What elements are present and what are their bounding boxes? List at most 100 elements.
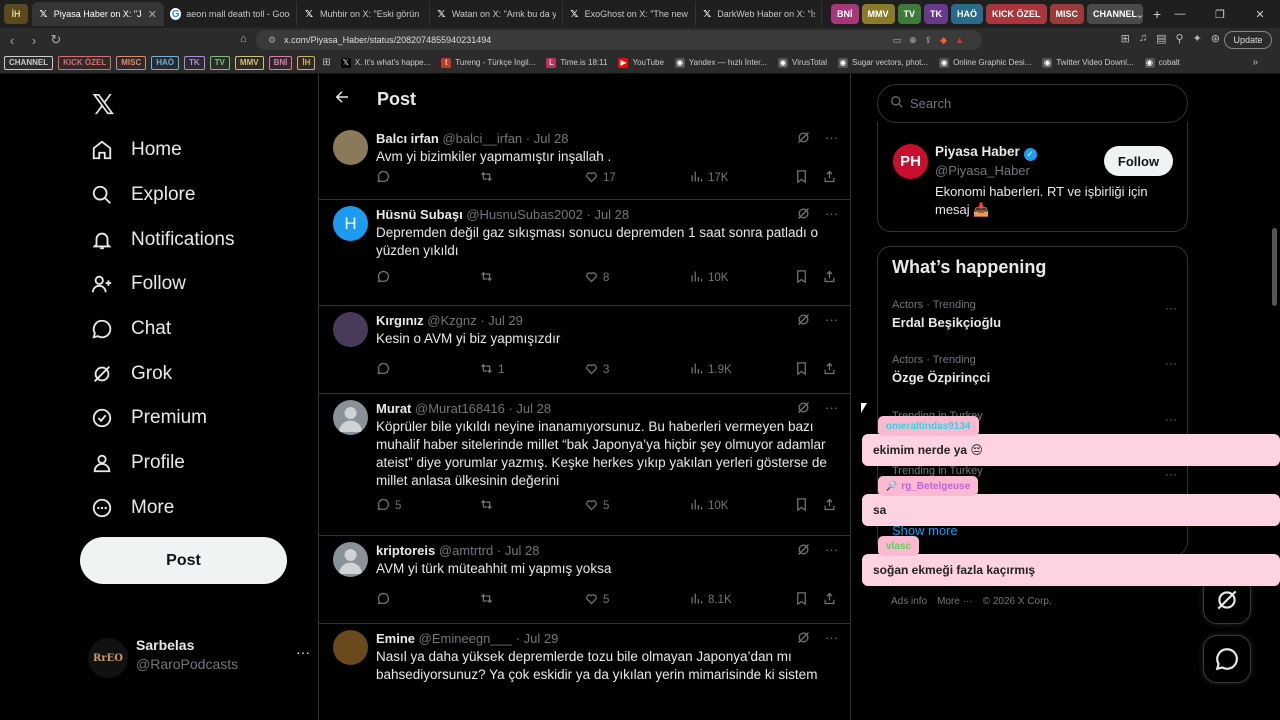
profile-name[interactable]: Piyasa Haber ✓ xyxy=(935,144,1037,161)
tab-group-chip[interactable]: TV xyxy=(897,4,922,24)
retweet-button[interactable] xyxy=(479,591,498,609)
bookmark-folder[interactable]: BNİ xyxy=(268,55,293,70)
bookmarks-overflow-icon[interactable]: » xyxy=(1252,57,1258,68)
bookmark-button[interactable] xyxy=(794,169,809,187)
nav-chat[interactable]: Chat xyxy=(90,309,171,349)
bookmark-button[interactable] xyxy=(794,497,809,515)
update-button[interactable]: Update xyxy=(1224,31,1272,49)
avatar[interactable] xyxy=(333,312,368,347)
author-name[interactable]: Hüsnü Subaşı xyxy=(376,207,463,222)
tweet-date[interactable]: Jul 28 xyxy=(516,401,551,416)
more-dots-icon[interactable]: ··· xyxy=(825,206,838,224)
reply-tweet[interactable]: kriptoreis @amtrtrd · Jul 28 ··· AVM yi tü… xyxy=(319,536,850,624)
author-handle[interactable]: @amtrtrd xyxy=(439,543,493,558)
nav-grok[interactable]: Grok xyxy=(90,354,172,394)
tab-group-chip[interactable]: BNİ xyxy=(831,4,859,24)
trend-item[interactable]: Actors · Trending Erdal Beşikçioğlu ··· xyxy=(892,299,1177,330)
reply-tweet[interactable]: H Hüsnü Subaşı @HusnuSubas2002 · Jul 28 ··… xyxy=(319,200,850,306)
nav-more[interactable]: More xyxy=(90,488,174,528)
share-button[interactable] xyxy=(822,169,837,187)
author-name[interactable]: Kırgınız xyxy=(376,313,424,328)
more-dots-icon[interactable]: ··· xyxy=(1165,301,1177,315)
bookmark-button[interactable] xyxy=(794,591,809,609)
tab-close-icon[interactable]: ✕ xyxy=(148,8,157,21)
nav-notifications[interactable]: Notifications xyxy=(90,220,235,260)
avatar[interactable]: H xyxy=(333,206,368,241)
share-button[interactable] xyxy=(822,497,837,515)
share-button[interactable] xyxy=(822,591,837,609)
bookmark-item[interactable]: ◉ Sugar vectors, phot... xyxy=(838,57,928,68)
bookmark-item[interactable]: ◉ Twitter Video Downl... xyxy=(1042,57,1134,68)
reload-icon[interactable]: ↻ xyxy=(46,32,66,48)
reply-button[interactable] xyxy=(376,361,395,379)
nav-follow[interactable]: Follow xyxy=(90,264,186,304)
reply-tweet[interactable]: Balcı irfan @balci__irfan · Jul 28 ··· Avm… xyxy=(319,124,850,200)
more-dots-icon[interactable]: ··· xyxy=(1165,412,1177,426)
author-handle[interactable]: @balci__irfan xyxy=(442,131,522,146)
avatar[interactable] xyxy=(333,130,368,165)
trend-item[interactable]: Actors · Trending Özge Özpirinçci ··· xyxy=(892,354,1177,385)
views-button[interactable]: 10K xyxy=(689,269,728,287)
author-name[interactable]: Balcı irfan xyxy=(376,131,439,146)
close-window-icon[interactable]: ✕ xyxy=(1240,8,1280,21)
tab-group-chip[interactable]: KICK ÖZEL xyxy=(986,4,1047,24)
bookmark-folder[interactable]: İH xyxy=(297,55,316,70)
bookmark-item[interactable]: ◉ cobalt xyxy=(1144,57,1180,68)
bookmark-folder[interactable]: MISC xyxy=(116,55,147,70)
chat-fab[interactable] xyxy=(1203,635,1251,683)
profile-avatar[interactable]: PH xyxy=(893,144,928,179)
address-bar[interactable]: ⚙ x.com/Piyasa_Haber/status/208207485594… xyxy=(256,30,982,50)
retweet-button[interactable] xyxy=(479,269,498,287)
views-button[interactable]: 10K xyxy=(689,497,728,515)
bookmark-item[interactable]: ◉ Online Graphic Desi... xyxy=(939,57,1031,68)
grok-icon[interactable] xyxy=(796,630,811,648)
retweet-button[interactable] xyxy=(479,497,498,515)
author-handle[interactable]: @Murat168416 xyxy=(415,401,505,416)
retweet-button[interactable] xyxy=(479,169,498,187)
tweet-date[interactable]: Jul 28 xyxy=(505,543,540,558)
browser-tab[interactable]: 𝕏 ExoGhost on X: "The new Ha xyxy=(563,2,696,26)
views-button[interactable]: 1.9K xyxy=(689,361,732,379)
tab-group-chip[interactable]: TK xyxy=(924,4,949,24)
follow-button[interactable]: Follow xyxy=(1104,146,1173,176)
browser-tab[interactable]: Gaeon mall death toll - Googl xyxy=(164,2,297,26)
tab-search-icon[interactable]: ⌄ xyxy=(1120,8,1160,21)
retweet-button[interactable]: 1 xyxy=(479,361,504,379)
back-arrow-icon[interactable] xyxy=(333,88,351,111)
grok-icon[interactable] xyxy=(796,400,811,418)
author-handle[interactable]: @Kzgnz xyxy=(427,313,476,328)
bookmark-item[interactable]: ◉ Yandex — hızlı İnter... xyxy=(674,57,767,68)
reply-button[interactable] xyxy=(376,169,395,187)
ads-info-link[interactable]: Ads info xyxy=(891,596,927,607)
author-handle[interactable]: @HusnuSubas2002 xyxy=(466,207,583,222)
reply-tweet[interactable]: Murat @Murat168416 · Jul 28 ··· Köprüler b… xyxy=(319,394,850,536)
minimize-icon[interactable]: — xyxy=(1160,8,1200,20)
page-scrollbar[interactable] xyxy=(1270,74,1278,720)
back-icon[interactable]: ‹ xyxy=(2,33,22,48)
reply-button[interactable]: 5 xyxy=(376,497,401,515)
more-link[interactable]: More ··· xyxy=(937,596,973,607)
more-dots-icon[interactable]: ··· xyxy=(825,400,838,418)
author-handle[interactable]: @Emineegn___ xyxy=(419,631,512,646)
bookmark-button[interactable] xyxy=(794,361,809,379)
bookmark-folder[interactable]: TK xyxy=(184,55,205,70)
like-button[interactable]: 5 xyxy=(584,591,609,609)
avatar[interactable] xyxy=(333,630,368,665)
grok-icon[interactable] xyxy=(796,542,811,560)
bookmark-folder[interactable]: CHANNEL xyxy=(4,55,54,70)
more-dots-icon[interactable]: ··· xyxy=(825,312,838,330)
browser-tab[interactable]: 𝕏 Watan on X: "Amk bu da yen xyxy=(430,2,563,26)
reply-tweet[interactable]: Emine @Emineegn___ · Jul 29 ··· Nasıl ya d… xyxy=(319,624,850,720)
like-button[interactable]: 8 xyxy=(584,269,609,287)
bookmark-button[interactable] xyxy=(794,269,809,287)
author-name[interactable]: Emine xyxy=(376,631,415,646)
url-action-icons[interactable]: ▭⊕⇪◆▲ xyxy=(893,35,972,46)
like-button[interactable]: 17 xyxy=(584,169,616,187)
reply-button[interactable] xyxy=(376,269,395,287)
author-name[interactable]: kriptoreis xyxy=(376,543,435,558)
bookmark-item[interactable]: 𝕏 X. It's what's happe... xyxy=(340,57,430,68)
bookmark-item[interactable]: ▶ YouTube xyxy=(618,57,664,68)
bookmark-item[interactable]: L Time.is 18:11 xyxy=(546,57,607,68)
tab-group-chip[interactable]: MMV xyxy=(861,4,895,24)
browser-tab[interactable]: 𝕏 Muhbir on X: "Eski görün xyxy=(297,2,430,26)
